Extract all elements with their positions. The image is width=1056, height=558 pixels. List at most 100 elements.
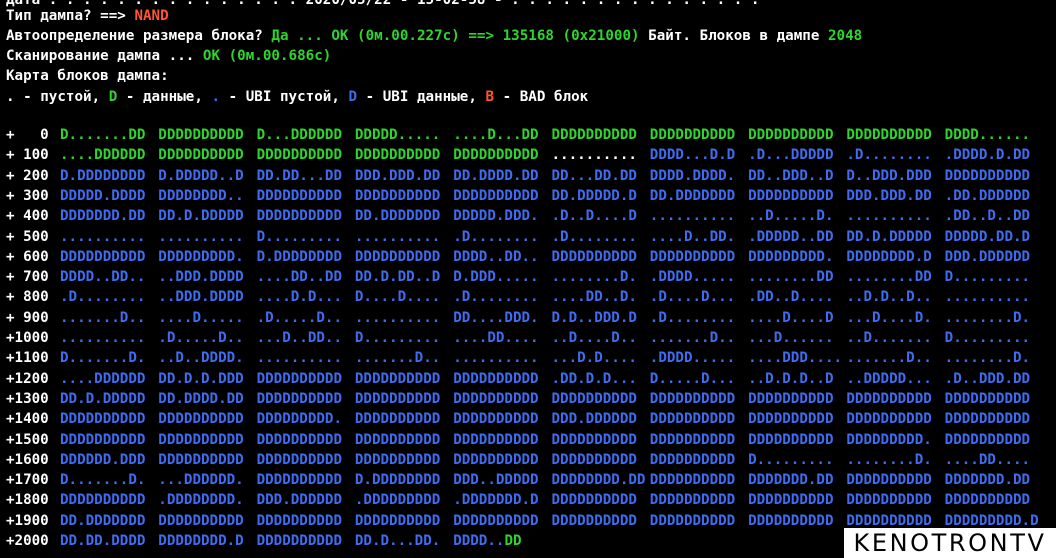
block-group-text: .D...DDDDD <box>748 147 834 164</box>
block-group: DDDDDDDDDD <box>551 490 649 510</box>
block-group: DD.D.DDDDD <box>846 227 944 247</box>
row-index: + 300 <box>6 187 49 204</box>
block-group: DDDDDDDDDD <box>748 125 846 145</box>
block-group-text: DDDDDDDDDD <box>158 431 244 448</box>
block-group: DDDDDDDDDD <box>355 247 453 267</box>
block-group: DDD.DDDDDD <box>945 247 1043 267</box>
row-index: +1500 <box>6 431 49 448</box>
block-group: DDDDD.DD.D <box>945 227 1043 247</box>
block-group-text: DDDDDDDDD. <box>748 248 834 265</box>
block-group-text: DD.D.DDDDD <box>158 208 244 225</box>
scan-line: Сканирование дампа ... OK (0м.00.686с) <box>6 46 331 66</box>
block-group: DDDDDDDDDD <box>945 430 1043 450</box>
autodetect-label: Автоопределение размера блока? <box>6 28 272 44</box>
block-group: DD.DDDDDDD <box>60 511 158 531</box>
block-group: D.......D. <box>60 470 158 490</box>
block-group-text: .......... <box>551 147 637 164</box>
map-row: + 500.................... D..............… <box>6 227 1043 247</box>
block-group-text: D......... <box>256 228 343 245</box>
map-row: +2000 DD.DD.DDDD DDDDDDDD.D DDDDDDDDDD DD.D.… <box>6 531 551 551</box>
block-group: DDDDDDDDD. <box>748 247 846 267</box>
block-group-text: ........D. <box>551 269 637 286</box>
block-group-text: DD.DDDDDDD <box>60 512 146 529</box>
block-group: DDDDDDDDDD <box>355 409 453 429</box>
row-index: + 400 <box>6 208 49 225</box>
block-group: DDD.DDDDDD <box>257 490 355 510</box>
map-row: + 100 ....DDDDDD DDDDDDDDDD DDDDDDDDDD DDDDD… <box>6 145 1043 165</box>
block-group: DDDDDDDDDD <box>846 389 944 409</box>
block-group-text: .......D.. <box>649 330 736 346</box>
map-row: +1300 DD.D.DDDDD DD.DDDD.DD DDDDDDDDDD DDDDD… <box>6 389 1043 409</box>
block-group-text: DDDDDDDDDD <box>256 187 343 204</box>
block-group-text: DD..DDD..D <box>748 167 834 184</box>
block-group: DDDDDDDDDD <box>945 490 1043 510</box>
block-group-text: .DD..D.... <box>748 289 834 306</box>
block-group-text: .D........ <box>649 309 736 326</box>
block-group-text: ....DDDDDD <box>60 370 146 387</box>
block-group-text: .......... <box>453 350 539 367</box>
map-row: + 700 DDDD..DD.. ..DDD.DDDD ....DD..DD DD.D.… <box>6 267 1043 287</box>
block-group: ........DD <box>846 267 944 287</box>
block-group-text: DDDDDDDDDD <box>354 411 441 428</box>
block-group: D.......D. <box>60 348 158 368</box>
block-group-text: ..DDD.DDDD <box>158 289 244 306</box>
block-group-text: .DD.D.D... <box>551 370 637 387</box>
block-group-text: DDDDDDDDDD <box>944 167 1031 184</box>
block-group-text: DDDDDDDDDD <box>256 390 343 407</box>
block-group: DDDDDDDDDD <box>945 166 1043 186</box>
block-group: DDDDDDDDDD <box>355 145 453 165</box>
block-group: .DD..D.... <box>748 287 846 307</box>
block-group: DD.D.D.DDD <box>158 369 256 389</box>
block-group: D.DDDDDDDD <box>257 247 355 267</box>
block-group: ..D....... <box>846 328 944 348</box>
block-group-text: DDDDDDDDDD <box>944 411 1031 428</box>
block-group-text: .DD.DDDDDD <box>944 187 1031 204</box>
map-row: +1700 D.......D. ...DDDDDD. DDDDDDDDDD D.DDD… <box>6 470 1043 490</box>
block-group-text: ....DD..DD <box>256 269 343 286</box>
block-group-text: DDDDDDDDDD <box>453 147 539 164</box>
block-group: DDDDDDDDDD <box>748 430 846 450</box>
block-group-text: DDDDDDDDDD <box>453 411 539 428</box>
block-group-text: DD.D...DD. <box>354 533 441 549</box>
block-group: ....DDD.... <box>748 348 846 368</box>
block-group: .D...DDDDD <box>748 145 846 165</box>
block-group: .......D.. <box>60 308 158 328</box>
block-group-text: DDDDDDDDDD <box>649 248 736 265</box>
block-group: ....DDDDDD <box>60 145 158 165</box>
block-group: DDDDDDDDDD <box>748 186 846 206</box>
block-group-text: ....D...DD <box>453 127 539 143</box>
block-group-text: DD.D.DD..D <box>354 269 441 286</box>
block-group: DDDDDDDDDD <box>158 125 256 145</box>
row-index: + 900 <box>6 309 49 326</box>
block-group-text: ....DDD.... <box>748 350 843 367</box>
map-row: + 600 DDDDDDDDDD DDDDDDDDD. D.DDDDDDDD DDDDD… <box>6 247 1043 267</box>
block-group-text: .D.....D.. <box>256 309 343 326</box>
block-group: DDDDDDDDDD <box>650 430 748 450</box>
block-group: DDDDDDDDDD <box>257 430 355 450</box>
block-group: DDDDDDDDDD <box>650 125 748 145</box>
block-group-text: DDDDDDDDDD <box>256 208 343 225</box>
block-group: ....DD.... <box>945 450 1043 470</box>
block-group-text: ....D..... <box>158 309 244 326</box>
watermark-logo: KENOTRONTV <box>844 528 1056 558</box>
legend-empty: . - пустой, <box>6 89 109 105</box>
block-group-text: DDD..DDDDD <box>453 472 539 489</box>
block-group: DDDDDDD.DD <box>748 470 846 490</box>
block-group: D......... <box>355 328 453 348</box>
block-group: .D........ <box>453 227 551 247</box>
block-group-text: ...D..DD.. <box>256 330 343 346</box>
block-group: .......... <box>355 308 453 328</box>
block-group-text: ........D. <box>944 350 1031 367</box>
block-group-text: D.DDDDDDDD <box>256 248 343 265</box>
block-group-text: DDDDDDDDDD <box>551 431 637 448</box>
block-group-text: DDD.DDDDDD <box>256 492 343 509</box>
block-group: D.DDDDD..D <box>158 166 256 186</box>
block-group-text: DD.DD.DDDD <box>60 533 146 549</box>
block-group: D.DDDDDDDD <box>60 166 158 186</box>
block-group: ....DD.... <box>453 328 551 348</box>
row-index: + 100 <box>6 147 49 164</box>
block-group-text: .DDDD..... <box>649 269 736 286</box>
block-group-text: DDDDDDDDDD <box>551 512 637 529</box>
block-group: DD.DD...DD <box>257 166 355 186</box>
block-group: DDDDDDDDDD <box>355 511 453 531</box>
